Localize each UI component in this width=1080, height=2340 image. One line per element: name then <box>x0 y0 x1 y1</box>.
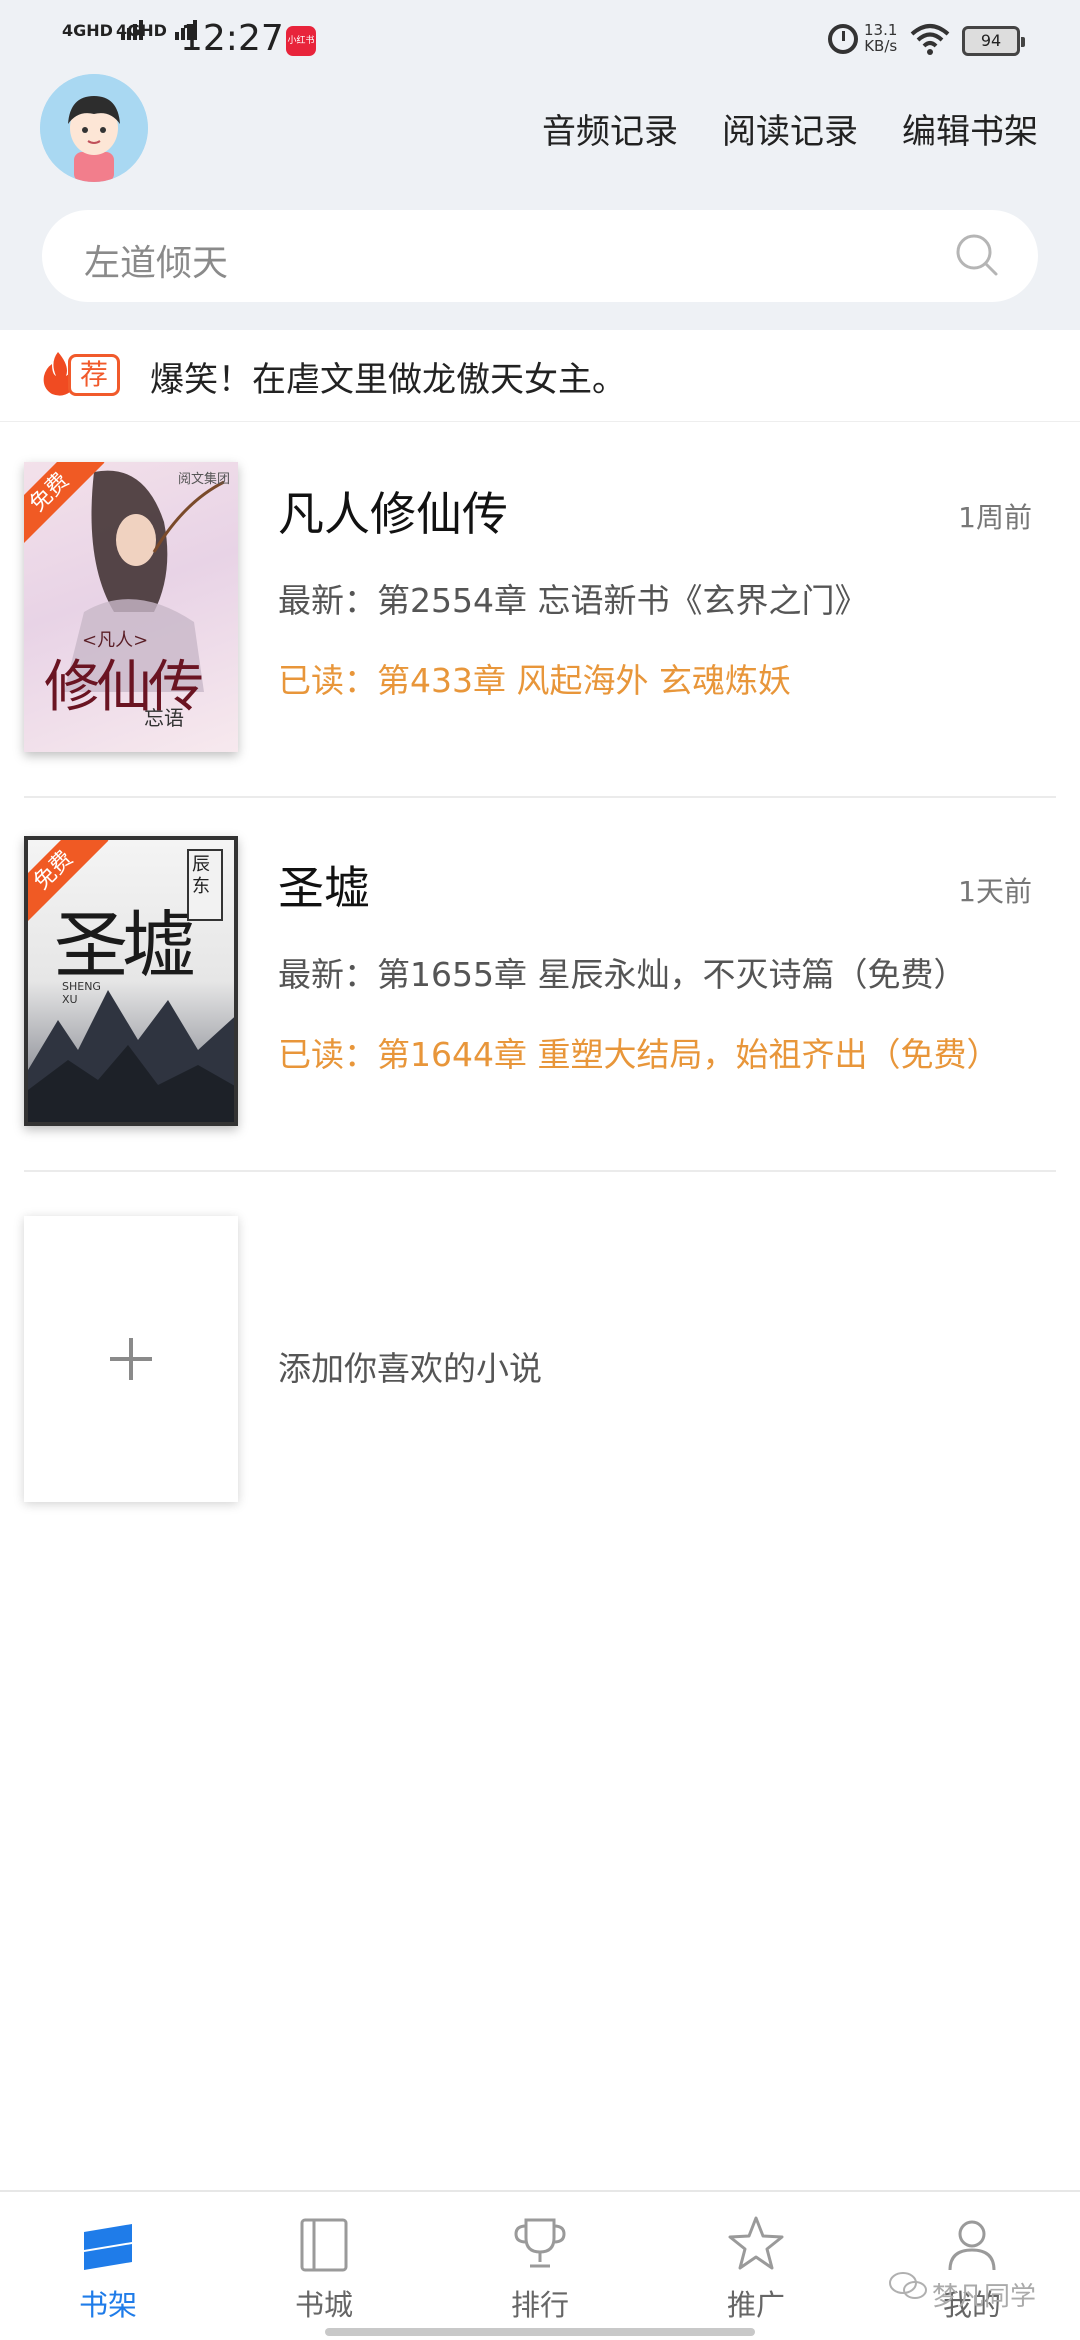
audio-history-link[interactable]: 音频记录 <box>542 104 678 153</box>
cover-author: 辰东 <box>192 854 210 897</box>
trophy-icon <box>514 2218 566 2268</box>
book-title[interactable]: 圣墟 <box>278 852 370 918</box>
book-title[interactable]: 凡人修仙传 <box>278 478 508 544</box>
header-links: 音频记录 阅读记录 编辑书架 <box>542 104 1038 153</box>
app-notification-icon: 小红书 <box>286 26 316 56</box>
battery-icon: 94 <box>962 26 1025 56</box>
tab-promote[interactable]: 推广 <box>686 2212 826 2324</box>
person-icon <box>948 2220 996 2271</box>
star-icon <box>728 2216 784 2270</box>
search-bar[interactable]: 左道倾天 <box>42 210 1038 302</box>
status-bar: 4GHD 4GHD 12:27 小红书 13.1 KB/s 94 <box>0 0 1080 80</box>
read-progress[interactable]: 已读：第433章 风起海外 玄魂炼妖 <box>278 654 791 702</box>
cover-publisher: 阅文集团 <box>177 472 230 487</box>
tab-bookshelf[interactable]: 书架 <box>38 2212 178 2324</box>
recommend-badge: 荐 <box>68 354 120 396</box>
net-speed: 13.1 KB/s <box>864 22 897 54</box>
book-cover[interactable]: 辰东 圣墟 SHENG XU 免费 <box>24 836 238 1126</box>
edit-bookshelf-link[interactable]: 编辑书架 <box>902 104 1038 153</box>
search-icon[interactable] <box>954 232 1000 278</box>
book-icon <box>300 2218 348 2272</box>
wechat-watermark-icon <box>889 2272 927 2299</box>
latest-chapter[interactable]: 最新：第2554章 忘语新书《玄界之门》 <box>278 574 867 622</box>
book-cover[interactable]: 阅文集团 <凡人> 修仙传 忘语 免费 <box>24 462 238 752</box>
net-speed-value: 13.1 <box>864 21 898 39</box>
tab-bookstore[interactable]: 书城 <box>254 2212 394 2324</box>
clock: 12:27 <box>180 18 284 59</box>
alarm-icon <box>828 24 858 54</box>
avatar-face-icon <box>40 74 148 182</box>
wifi-icon <box>910 24 950 55</box>
bottom-nav: 书架 书城 排行 推广 我的 <box>0 2190 1080 2340</box>
tab-label: 排行 <box>510 2288 569 2322</box>
update-time: 1周前 <box>958 501 1032 534</box>
reading-history-link[interactable]: 阅读记录 <box>722 104 858 153</box>
signal-label-2: 4GHD <box>116 21 167 40</box>
book-row[interactable]: 阅文集团 <凡人> 修仙传 忘语 免费 凡人修仙传 1周前 最新：第2554章 … <box>0 422 1080 798</box>
tab-ranking[interactable]: 排行 <box>470 2212 610 2324</box>
plus-icon <box>110 1338 152 1380</box>
tab-label: 推广 <box>726 2288 785 2322</box>
latest-chapter[interactable]: 最新：第1655章 星辰永灿，不灭诗篇（免费） <box>278 948 966 996</box>
cover-title: 圣墟 <box>54 903 196 989</box>
cover-pinyin: SHENG XU <box>62 980 101 1006</box>
tab-label: 书城 <box>294 2288 353 2322</box>
recommend-banner[interactable]: 荐 爆笑！在虐文里做龙傲天女主。 <box>0 330 1080 422</box>
book-row[interactable]: 辰东 圣墟 SHENG XU 免费 圣墟 1天前 最新：第1655章 星辰永灿，… <box>0 796 1080 1172</box>
cover-author: 忘语 <box>144 706 184 730</box>
user-avatar[interactable] <box>40 74 148 182</box>
add-book-button[interactable] <box>24 1216 238 1502</box>
net-speed-unit: KB/s <box>864 37 898 55</box>
read-progress[interactable]: 已读：第1644章 重塑大结局，始祖齐出（免费） <box>278 1028 999 1076</box>
signal-label-1: 4GHD <box>62 21 113 40</box>
tab-label: 书架 <box>78 2288 137 2322</box>
add-book-row[interactable]: 添加你喜欢的小说 <box>0 1172 1080 1548</box>
watermark-text: 梦凡同学 <box>932 2282 1037 2312</box>
home-indicator[interactable] <box>325 2328 755 2336</box>
recommend-text: 爆笑！在虐文里做龙傲天女主。 <box>150 360 626 400</box>
search-placeholder: 左道倾天 <box>84 243 229 284</box>
update-time: 1天前 <box>958 875 1032 908</box>
add-book-text[interactable]: 添加你喜欢的小说 <box>278 1342 542 1390</box>
bookshelf-icon <box>84 2224 132 2270</box>
